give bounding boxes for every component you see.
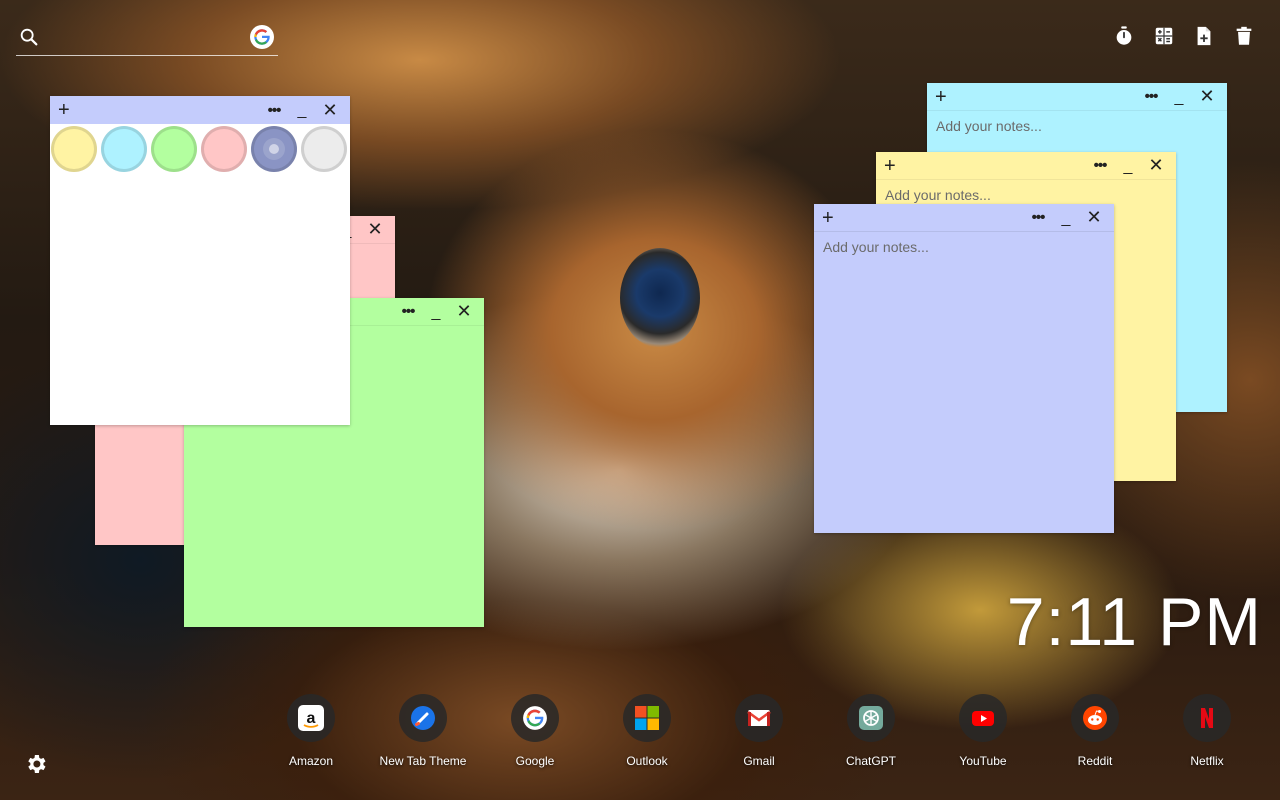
minimize-icon[interactable]: _ <box>1165 89 1193 105</box>
minimize-icon[interactable]: _ <box>1052 210 1080 226</box>
color-swatch[interactable] <box>251 126 297 172</box>
clock: 7:11 PM <box>1006 584 1262 660</box>
shortcut-label: New Tab Theme <box>379 754 467 768</box>
timer-button[interactable] <box>1112 24 1136 48</box>
trash-icon <box>1236 26 1252 45</box>
note-textarea[interactable] <box>814 232 1114 533</box>
shortcut-chatgpt[interactable]: ChatGPT <box>815 694 927 768</box>
more-menu-icon[interactable]: ••• <box>394 303 422 320</box>
close-icon[interactable]: ✕ <box>1080 207 1108 228</box>
gmail-icon <box>735 694 783 742</box>
add-note-icon[interactable]: + <box>822 208 842 228</box>
gear-icon[interactable] <box>24 752 48 776</box>
shortcut-youtube[interactable]: YouTube <box>927 694 1039 768</box>
note-header[interactable]: + ••• _ ✕ <box>927 83 1227 111</box>
shortcut-label: Google <box>515 754 555 768</box>
new-tab-theme-icon <box>399 694 447 742</box>
minimize-icon[interactable]: _ <box>422 304 450 320</box>
shortcut-label: Outlook <box>626 754 668 768</box>
note-header[interactable]: + ••• _ ✕ <box>876 152 1176 180</box>
shortcut-label: ChatGPT <box>845 754 896 768</box>
google-icon[interactable] <box>250 25 274 49</box>
shortcut-google[interactable]: Google <box>479 694 591 768</box>
shortcut-amazon[interactable]: a Amazon <box>255 694 367 768</box>
chatgpt-icon <box>847 694 895 742</box>
note-header[interactable]: + ••• _ ✕ <box>814 204 1114 232</box>
shortcut-dock: a Amazon New Tab Theme Google Outlook Gm… <box>255 694 1263 768</box>
color-swatch[interactable] <box>201 126 247 172</box>
color-swatch[interactable] <box>301 126 347 172</box>
top-toolbar <box>1112 24 1256 48</box>
close-icon[interactable]: ✕ <box>450 301 478 322</box>
more-menu-icon[interactable]: ••• <box>1024 209 1052 226</box>
reddit-icon <box>1071 694 1119 742</box>
add-note-icon[interactable]: + <box>884 156 904 176</box>
calculator-button[interactable] <box>1152 24 1176 48</box>
shortcut-reddit[interactable]: Reddit <box>1039 694 1151 768</box>
color-swatch[interactable] <box>51 126 97 172</box>
amazon-icon: a <box>287 694 335 742</box>
more-menu-icon[interactable]: ••• <box>260 102 288 119</box>
shortcut-label: Netflix <box>1190 754 1224 768</box>
add-note-icon <box>1197 26 1211 46</box>
search-icon[interactable] <box>18 26 40 48</box>
shortcut-new-tab-theme[interactable]: New Tab Theme <box>367 694 479 768</box>
close-icon[interactable]: ✕ <box>361 219 389 240</box>
shortcut-label: Amazon <box>288 754 334 768</box>
more-menu-icon[interactable]: ••• <box>1137 88 1165 105</box>
sticky-note-blue[interactable]: + ••• _ ✕ <box>814 204 1114 533</box>
svg-text:a: a <box>307 710 316 727</box>
more-menu-icon[interactable]: ••• <box>1086 157 1114 174</box>
minimize-icon[interactable]: _ <box>288 103 316 119</box>
minimize-icon[interactable]: _ <box>1114 158 1142 174</box>
shortcut-gmail[interactable]: Gmail <box>703 694 815 768</box>
search-bar[interactable] <box>16 24 278 56</box>
close-icon[interactable]: ✕ <box>316 100 344 121</box>
shortcut-label: YouTube <box>959 754 1007 768</box>
shortcut-label: Gmail <box>743 754 775 768</box>
add-note-icon[interactable]: + <box>935 87 955 107</box>
calculator-icon <box>1155 27 1173 45</box>
shortcut-label: Reddit <box>1077 754 1113 768</box>
sticky-note-color-picker[interactable]: + ••• _ ✕ <box>50 96 350 425</box>
add-note-icon[interactable]: + <box>58 100 78 120</box>
close-icon[interactable]: ✕ <box>1142 155 1170 176</box>
delete-button[interactable] <box>1232 24 1256 48</box>
youtube-icon <box>959 694 1007 742</box>
background-fish-eye <box>620 248 700 348</box>
color-swatch[interactable] <box>101 126 147 172</box>
timer-icon <box>1116 26 1132 45</box>
close-icon[interactable]: ✕ <box>1193 86 1221 107</box>
outlook-icon <box>623 694 671 742</box>
netflix-icon <box>1183 694 1231 742</box>
note-header[interactable]: + ••• _ ✕ <box>50 96 350 124</box>
color-picker <box>50 124 350 172</box>
google-icon <box>511 694 559 742</box>
shortcut-outlook[interactable]: Outlook <box>591 694 703 768</box>
color-swatch[interactable] <box>151 126 197 172</box>
shortcut-netflix[interactable]: Netflix <box>1151 694 1263 768</box>
add-note-button[interactable] <box>1192 24 1216 48</box>
